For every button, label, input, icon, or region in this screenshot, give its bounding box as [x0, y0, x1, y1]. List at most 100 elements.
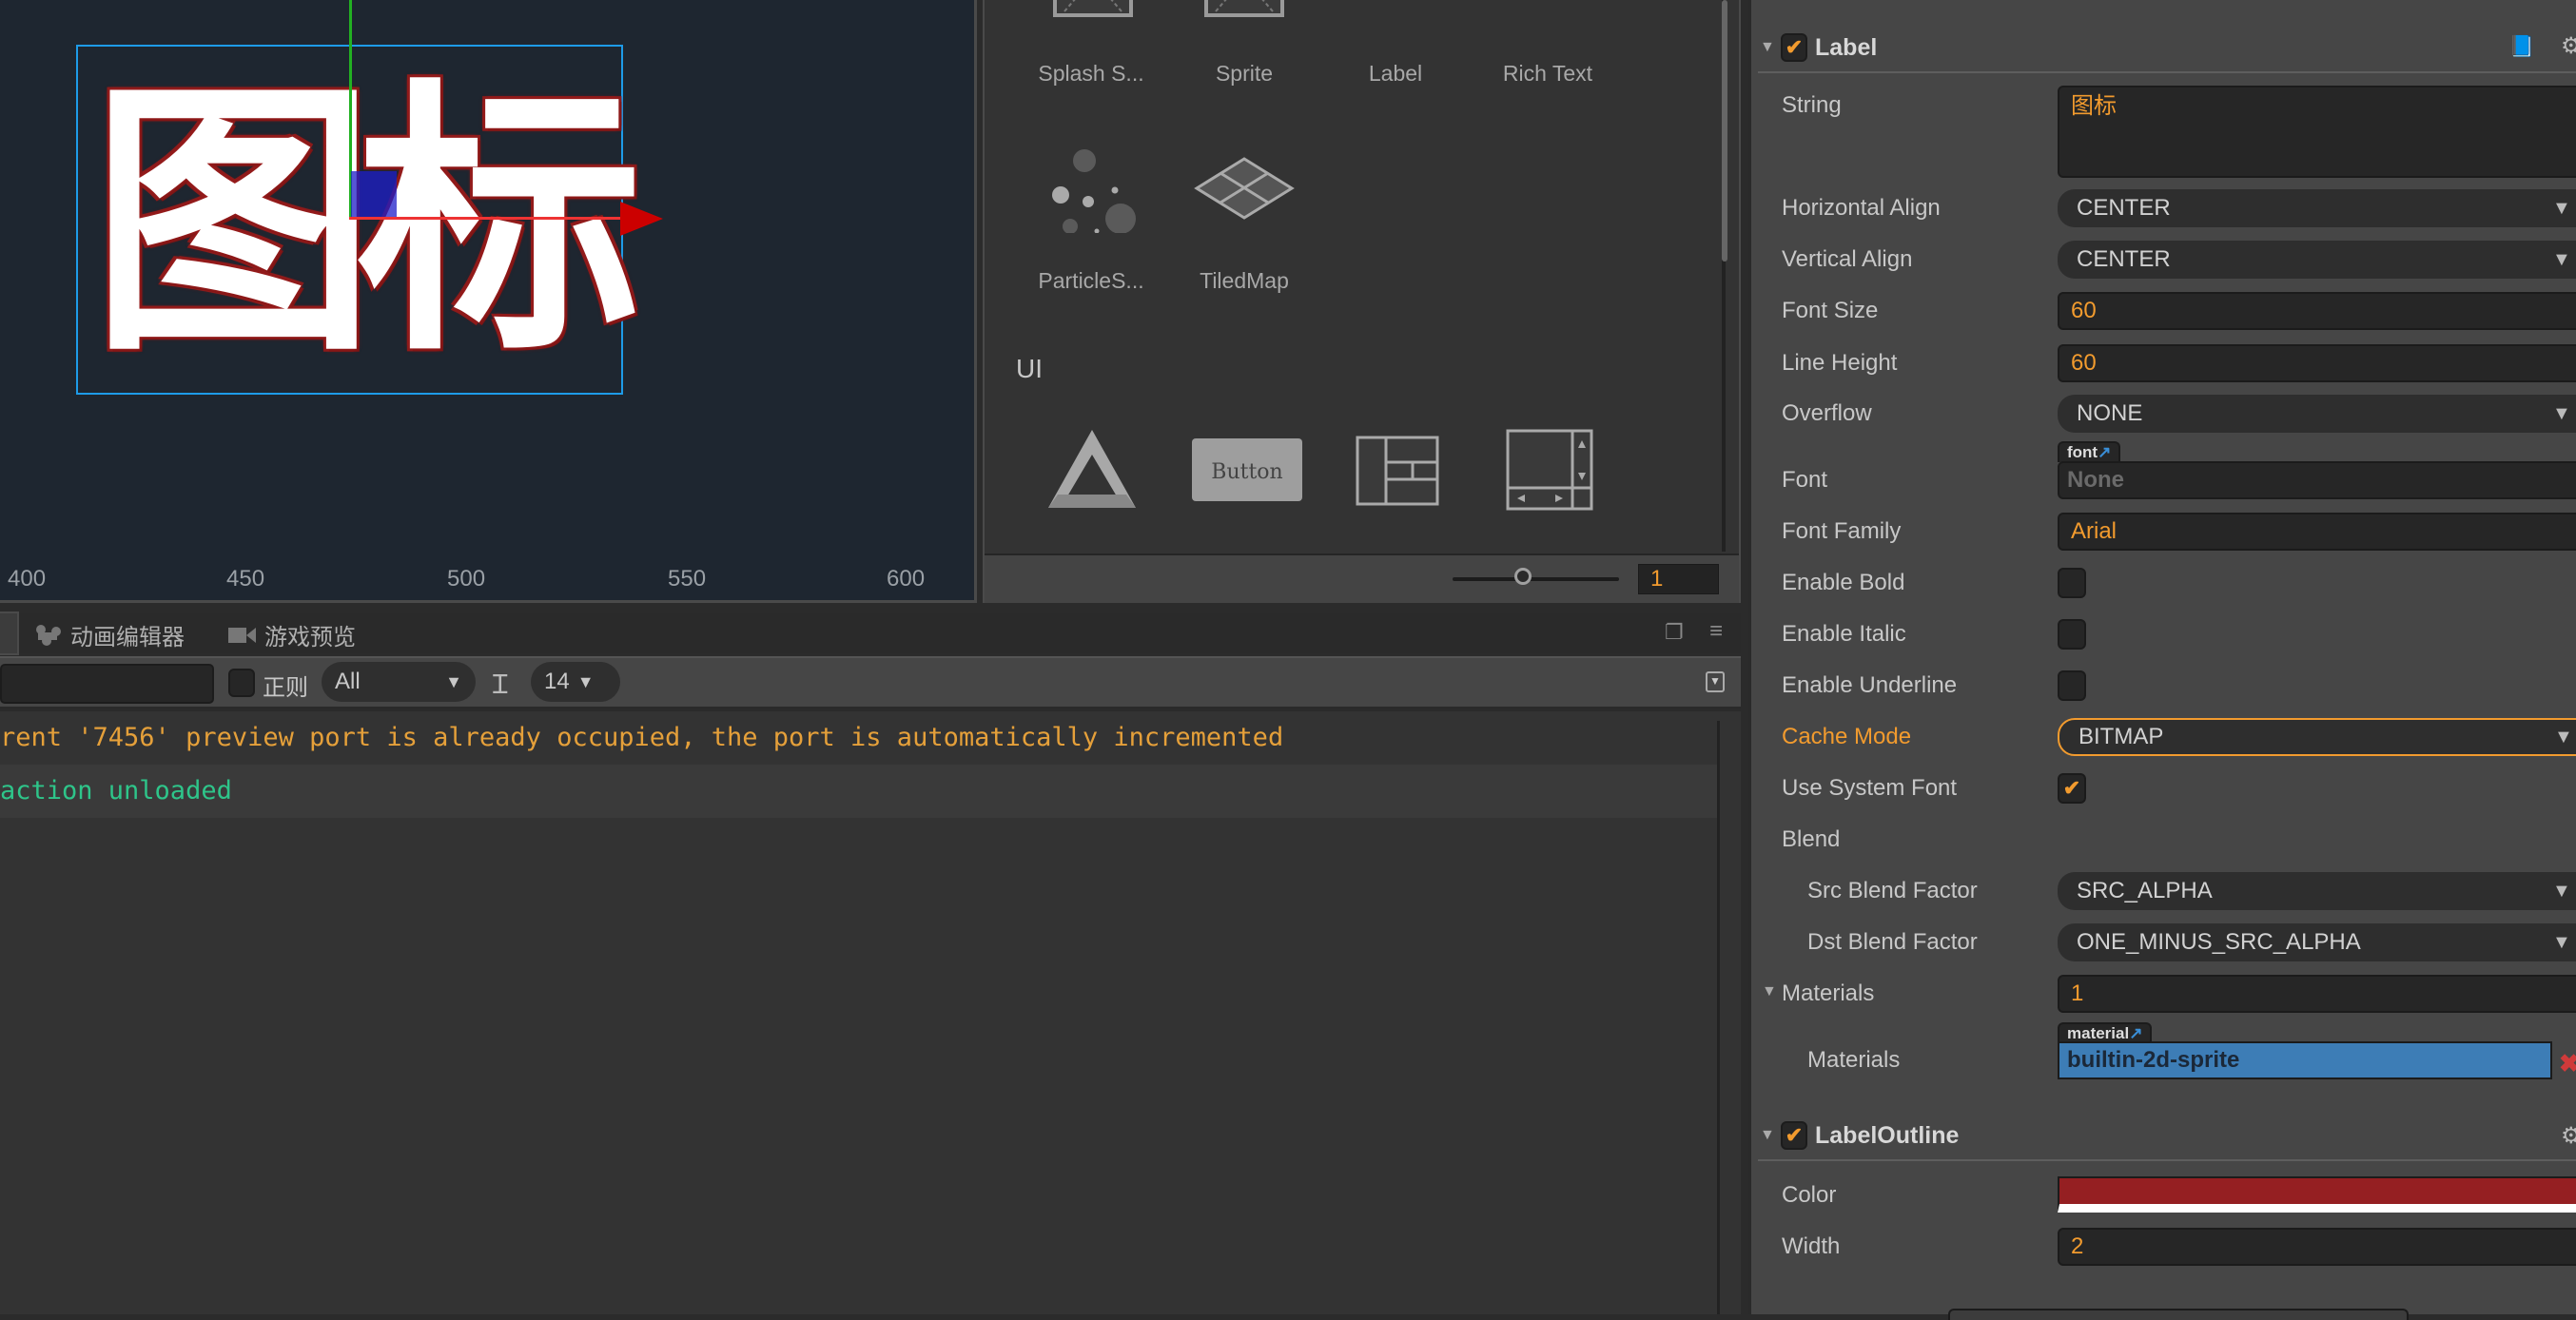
remove-material-icon[interactable]: ✖ [2559, 1049, 2576, 1078]
prop-label-src-blend-factor: Src Blend Factor [1807, 878, 1978, 903]
materials-collapse-triangle-icon[interactable]: ▼ [1762, 983, 1777, 1000]
font-size-input[interactable]: 60 [2058, 292, 2576, 330]
panel-menu-icon[interactable]: ≡ [1709, 618, 1723, 645]
tab-game-preview[interactable]: 游戏预览 [228, 618, 356, 651]
button-icon[interactable]: Button [1192, 438, 1302, 501]
external-link-icon[interactable]: ↗ [2129, 1024, 2142, 1042]
gear-icon[interactable]: ⚙ [2561, 32, 2576, 60]
gizmo-xy-handle[interactable] [351, 171, 397, 217]
log-entry-success[interactable]: action unloaded [0, 765, 1720, 818]
font-family-input[interactable]: Arial [2058, 513, 2576, 551]
chevron-down-icon: ▼ [2552, 881, 2571, 902]
font-size-icon: Ɪ [493, 669, 508, 700]
tab-animation-editor[interactable]: 动画编辑器 [34, 618, 185, 651]
ui-section-title: UI [1016, 354, 1043, 383]
collapse-triangle-icon[interactable]: ▼ [1760, 39, 1781, 56]
prop-label-horizontal-align: Horizontal Align [1782, 195, 1941, 221]
scrollview-icon[interactable] [1506, 429, 1593, 511]
chevron-down-icon: ▼ [2552, 932, 2571, 953]
material-asset-tag-label: material [2067, 1024, 2130, 1042]
lib-item-splash-screen[interactable]: Splash S... [1020, 61, 1162, 87]
prop-label-enable-italic: Enable Italic [1782, 621, 1906, 647]
lib-item-sprite[interactable]: Sprite [1173, 61, 1316, 87]
button-icon-text: Button [1211, 460, 1282, 484]
ruler-tick: 500 [447, 566, 486, 592]
prop-label-enable-underline: Enable Underline [1782, 672, 1958, 698]
log-level-select[interactable]: All ▼ [322, 662, 476, 702]
help-book-icon[interactable]: 📘 [2508, 34, 2534, 59]
label-node-text[interactable]: 图标 [90, 67, 642, 380]
restore-window-icon[interactable]: ❐ [1665, 620, 1684, 645]
dst-blend-factor-select[interactable]: ONE_MINUS_SRC_ALPHA ▼ [2058, 923, 2576, 961]
library-footer [985, 553, 1739, 603]
enable-underline-checkbox[interactable] [2058, 670, 2086, 701]
vertical-align-select[interactable]: CENTER ▼ [2058, 241, 2576, 279]
src-blend-factor-select[interactable]: SRC_ALPHA ▼ [2058, 872, 2576, 910]
prop-label-outline-color: Color [1782, 1182, 1837, 1208]
prop-label-cache-mode: Cache Mode [1782, 724, 1912, 749]
sprite-icon[interactable] [1204, 0, 1286, 19]
library-scrollbar-thumb[interactable] [1722, 0, 1727, 262]
horizontal-align-select[interactable]: CENTER ▼ [2058, 189, 2576, 227]
font-size-value: 14 [544, 669, 570, 694]
component-divider [1758, 71, 2576, 73]
string-textarea[interactable]: 图标 [2058, 86, 2576, 178]
particle-system-icon[interactable] [1046, 147, 1142, 233]
gizmo-x-axis[interactable] [349, 217, 625, 220]
console-filter-input[interactable] [0, 664, 214, 704]
lib-item-label[interactable]: Label [1324, 61, 1467, 87]
material-asset-field[interactable]: builtin-2d-sprite [2058, 1041, 2552, 1079]
use-system-font-checkbox[interactable]: ✔ [2058, 773, 2086, 804]
prop-label-font-size: Font Size [1782, 298, 1879, 323]
regex-label: 正则 [263, 675, 308, 701]
prop-label-blend: Blend [1782, 826, 1841, 852]
cache-mode-value: BITMAP [2078, 724, 2164, 749]
canvas-icon[interactable] [1046, 426, 1138, 512]
external-link-icon[interactable]: ↗ [2098, 443, 2111, 461]
materials-count-input[interactable]: 1 [2058, 975, 2576, 1013]
tab-game-preview-label: 游戏预览 [264, 625, 356, 650]
chevron-down-icon: ▼ [2552, 249, 2571, 270]
tiledmap-icon[interactable] [1194, 157, 1295, 220]
gizmo-x-arrow-icon[interactable] [620, 202, 663, 236]
enable-bold-checkbox[interactable] [2058, 568, 2086, 598]
tab-console[interactable] [0, 611, 19, 655]
lib-item-rich-text[interactable]: Rich Text [1476, 61, 1619, 87]
cache-mode-select[interactable]: BITMAP ▼ [2058, 718, 2576, 756]
icon-size-input[interactable]: 1 [1638, 564, 1719, 594]
tab-animation-editor-label: 动画编辑器 [70, 625, 185, 650]
prop-label-overflow: Overflow [1782, 400, 1872, 426]
prop-label-enable-bold: Enable Bold [1782, 570, 1905, 595]
enable-italic-checkbox[interactable] [2058, 619, 2086, 650]
collapse-triangle-icon[interactable]: ▼ [1760, 1127, 1781, 1144]
label-outline-enabled-checkbox[interactable]: ✔ [1781, 1121, 1807, 1150]
line-height-input[interactable]: 60 [2058, 344, 2576, 382]
prop-label-materials-item: Materials [1807, 1047, 1901, 1073]
icon-size-slider[interactable] [1453, 577, 1619, 581]
label-enabled-checkbox[interactable]: ✔ [1781, 33, 1807, 62]
console-scrollbar[interactable] [1717, 721, 1720, 1314]
prop-label-use-system-font: Use System Font [1782, 775, 1958, 801]
log-entry-warning[interactable]: rent '7456' preview port is already occu… [0, 711, 1720, 765]
font-asset-field[interactable]: None [2058, 461, 2576, 499]
lib-item-particle-system[interactable]: ParticleS... [1020, 268, 1162, 294]
overflow-select[interactable]: NONE ▼ [2058, 395, 2576, 433]
gear-icon[interactable]: ⚙ [2561, 1122, 2576, 1150]
add-component-button[interactable] [1948, 1309, 2409, 1320]
icon-size-slider-thumb[interactable] [1514, 568, 1532, 585]
splash-screen-icon[interactable] [1053, 0, 1135, 19]
rich-text-icon[interactable] [1489, 0, 1565, 4]
game-preview-icon [228, 627, 256, 643]
scene-view[interactable]: 图标 400 450 500 550 600 [0, 0, 977, 603]
font-size-select[interactable]: 14 ▼ [531, 662, 620, 702]
outline-color-swatch[interactable] [2058, 1176, 2576, 1213]
chevron-down-icon: ▼ [2552, 198, 2571, 219]
outline-width-input[interactable]: 2 [2058, 1228, 2576, 1266]
lib-item-tiledmap[interactable]: TiledMap [1173, 268, 1316, 294]
animation-editor-icon [36, 624, 61, 646]
label-outline-component-header[interactable]: ▼ ✔ LabelOutline [1760, 1115, 2576, 1156]
regex-checkbox[interactable] [228, 669, 255, 697]
label-component-header[interactable]: ▼ ✔ Label [1760, 27, 2576, 68]
collapse-logs-button[interactable]: ▼ [1706, 671, 1725, 692]
layout-icon[interactable] [1356, 436, 1439, 506]
